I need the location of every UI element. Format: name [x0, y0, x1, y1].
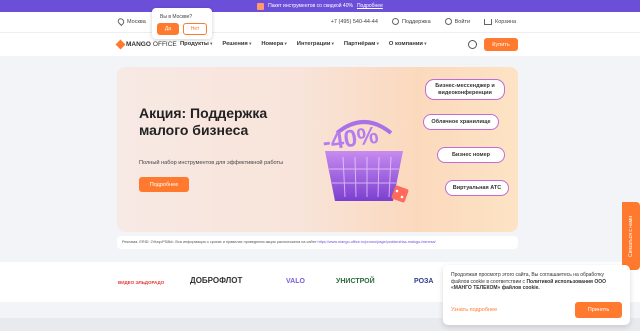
promo-text: Пакет инструментов со скидкой 40%	[268, 3, 353, 9]
partner-logo: ВИДЕО ЭЛЬДОРАДО	[118, 280, 165, 285]
support-link[interactable]: Поддержка	[391, 18, 431, 25]
nav-item-about[interactable]: О компании	[389, 41, 427, 47]
promo-bar[interactable]: Пакет инструментов со скидкой 40% Подроб…	[0, 0, 640, 12]
nav-item-partners[interactable]: Партнёрам	[344, 41, 379, 47]
basket-illustration: -40%	[321, 120, 409, 203]
partner-logo: VALO	[286, 278, 305, 285]
buy-button[interactable]: Купить	[484, 38, 518, 51]
hero-subtitle: Полный набор инструментов для эффективно…	[139, 160, 284, 166]
phone-link[interactable]: +7 (495) 540-44-44	[331, 19, 378, 25]
partner-logo: РОЗА	[414, 278, 434, 285]
login-label: Войти	[454, 18, 471, 25]
main-nav: MANGO OFFICE Продукты Решения Номера Инт…	[0, 32, 640, 56]
search-icon[interactable]	[468, 40, 477, 49]
feature-number: Бизнес номер	[437, 147, 505, 163]
feature-cloud: Облачное хранилище	[423, 114, 499, 130]
city-label: Москва	[127, 18, 146, 25]
contact-us-tab[interactable]: Связаться с нами	[622, 202, 640, 270]
hero-more-button[interactable]: Подробнее	[139, 177, 189, 192]
cart-link[interactable]: Корзина	[484, 18, 516, 25]
gift-icon	[257, 2, 265, 10]
city-yes-button[interactable]: Да	[157, 23, 179, 35]
cookie-text: Продолжая просмотр этого сайта, Вы согла…	[451, 272, 621, 292]
promo-link[interactable]: Подробнее	[357, 3, 383, 9]
logo-office: OFFICE	[152, 41, 177, 48]
feature-messenger: Бизнес-мессенджер и видеоконференции	[425, 79, 505, 100]
cart-label: Корзина	[495, 18, 516, 25]
ad-disclaimer: Реклама. ERID: 2VtzqvPS8kh. Вся информац…	[117, 236, 518, 249]
user-icon	[444, 18, 452, 25]
logo[interactable]: MANGO OFFICE	[115, 39, 177, 50]
support-label: Поддержка	[401, 18, 431, 25]
city-question: Вы в Москве?	[160, 14, 193, 20]
partner-logo: УНИСТРОЙ	[336, 278, 375, 285]
cookie-accept-button[interactable]: Принять	[575, 302, 622, 318]
logo-mark-icon	[115, 39, 126, 50]
city-no-button[interactable]: Нет	[183, 23, 207, 35]
partner-logo: ДОБРОФЛОТ	[190, 276, 243, 285]
ad-url[interactable]: https://www.mango-office.ru/promo/page/p…	[318, 240, 436, 244]
top-bar: Москва +7 (495) 540-44-44 Поддержка Войт…	[0, 12, 640, 32]
city-selector[interactable]: Москва	[116, 16, 146, 27]
cookie-banner: Продолжая просмотр этого сайта, Вы согла…	[443, 265, 630, 325]
nav-item-products[interactable]: Продукты	[180, 41, 212, 47]
cart-icon	[484, 18, 493, 25]
city-confirm-popup: Вы в Москве? Да Нет	[152, 8, 212, 39]
location-icon	[116, 16, 126, 27]
support-icon	[391, 18, 399, 25]
login-link[interactable]: Войти	[444, 18, 471, 25]
hero-banner: Акция: Поддержка малого бизнеса Полный н…	[117, 67, 518, 232]
nav-item-solutions[interactable]: Решения	[222, 41, 251, 47]
nav-item-integrations[interactable]: Интеграции	[297, 41, 334, 47]
nav-item-numbers[interactable]: Номера	[261, 41, 286, 47]
cookie-more-link[interactable]: Узнать подробнее	[451, 307, 497, 313]
ad-text: Реклама. ERID: 2VtzqvPS8kh. Вся информац…	[122, 240, 317, 244]
feature-pbx: Виртуальная АТС	[445, 180, 509, 196]
hero-title: Акция: Поддержка малого бизнеса	[139, 105, 268, 138]
logo-brand: MANGO	[126, 41, 151, 48]
